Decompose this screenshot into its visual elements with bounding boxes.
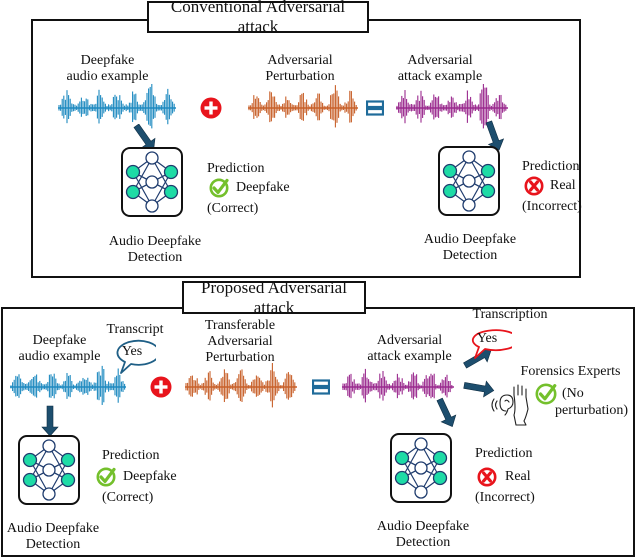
prediction-status: (Correct) [102,490,154,505]
neural-network-icon [394,437,448,499]
perturbation-label: Adversarial Perturbation [245,53,355,85]
label-line: Audio Deepfake [6,521,100,536]
label-line: Adversarial [207,334,273,349]
waveform-bars [58,84,175,129]
conventional-attack-title: Conventional Adversarial attack [147,0,369,36]
label-line: Transferable [204,318,276,333]
detector-model-box [121,147,183,217]
neural-network-icon [125,151,179,213]
adversarial-example-label: Adversarial attack example [352,333,467,365]
deepfake-audio-label: Deepfake audio example [12,333,107,365]
ear-listening-icon [491,384,529,426]
label-line: (No [562,386,584,401]
detector-model-box [18,435,80,505]
arrow-down-right-icon [436,397,457,428]
waveform-bars [10,365,126,405]
label-line: Deepfake [80,53,135,68]
prediction-status: (Incorrect) [522,199,582,214]
detector-label: Audio Deepfake Detection [410,232,530,264]
deepfake-waveform [10,365,126,405]
proposed-attack-title: Proposed Adversarial attack [182,278,366,317]
plus-icon [200,97,222,119]
prediction-status: (Correct) [207,201,259,216]
label-line: Detection [395,535,451,550]
deepfake-audio-label: Deepfake audio example [50,53,165,85]
neural-network-icon [22,439,76,501]
equals-icon [366,100,384,116]
label-line: Detection [127,250,183,265]
prediction-value: Real [505,469,531,484]
label-line: Audio Deepfake [423,232,517,247]
check-icon [535,383,557,405]
forensics-experts-label: Forensics Experts [520,364,621,379]
prediction-value: Deepfake [123,469,177,484]
forensics-result: (No perturbation) [555,385,628,419]
transcript-label: Transcript [106,322,164,337]
label-line: Adversarial [407,53,473,68]
detector-label: Audio Deepfake Detection [364,519,482,551]
label-line: Audio Deepfake [376,519,470,534]
detector-label: Audio Deepfake Detection [95,234,215,266]
prediction-status: (Incorrect) [475,490,535,505]
prediction-title: Prediction [475,446,533,461]
cross-icon [477,467,497,487]
label-line: Detection [25,537,81,552]
check-icon [96,467,116,487]
cross-icon [524,176,544,196]
adversarial-example-label: Adversarial attack example [380,53,500,85]
label-line: Adversarial [376,333,443,348]
label-line: perturbation) [555,403,629,418]
prediction-value: Deepfake [236,180,290,195]
detector-model-box [390,433,452,503]
label-line: Detection [442,248,498,263]
prediction-title: Prediction [207,161,265,176]
arrow-down-icon [41,405,59,437]
transcription-bubble-text: Yes [476,331,498,346]
detector-label: Audio Deepfake Detection [0,521,112,553]
waveform-bars [185,363,296,408]
label-line: Deepfake [32,333,87,348]
check-icon [209,178,229,198]
waveform-bars [248,85,357,128]
transcription-label: Transcription [472,307,548,322]
prediction-value: Real [550,178,576,193]
perturbation-waveform [248,85,358,128]
equals-icon [312,379,330,395]
perturbation-label: Transferable Adversarial Perturbation [185,318,295,366]
plus-icon [150,376,172,398]
label-line: Audio Deepfake [108,234,202,249]
transcript-bubble-text: Yes [121,344,143,359]
neural-network-icon [442,150,496,212]
label-line: Adversarial [267,53,333,68]
prediction-title: Prediction [522,159,580,174]
prediction-title: Prediction [102,448,160,463]
perturbation-waveform [185,363,297,408]
detector-model-box [438,146,500,216]
